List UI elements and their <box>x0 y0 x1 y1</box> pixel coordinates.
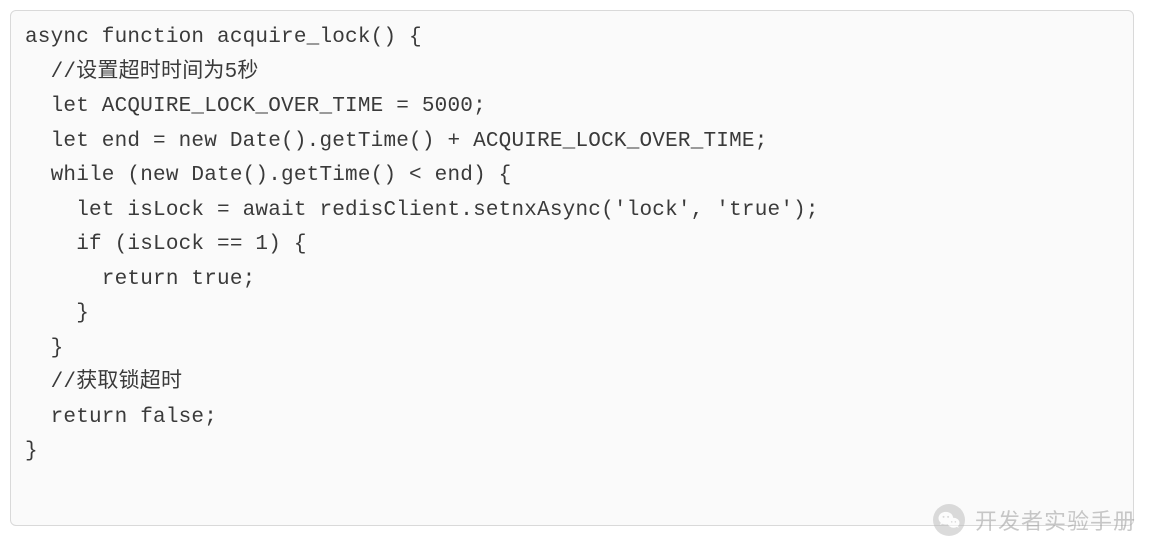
code-block: async function acquire_lock() { //设置超时时间… <box>10 10 1134 526</box>
code-content: async function acquire_lock() { //设置超时时间… <box>25 21 1119 470</box>
